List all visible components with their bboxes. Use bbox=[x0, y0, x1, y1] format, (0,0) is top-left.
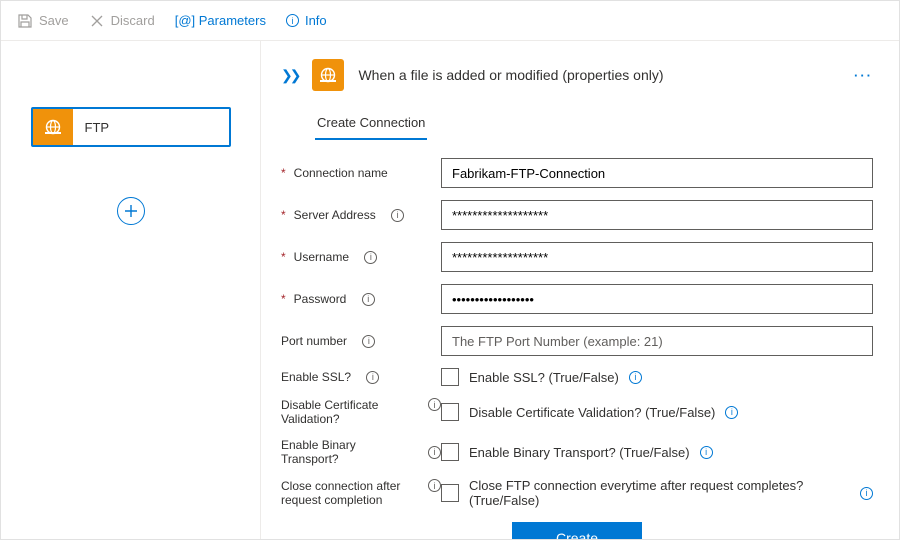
info-icon[interactable]: i bbox=[364, 251, 377, 264]
save-button: Save bbox=[9, 9, 77, 33]
label-server-address: Server Address bbox=[294, 208, 376, 222]
info-icon[interactable]: i bbox=[391, 209, 404, 222]
command-bar: Save Discard [@] Parameters i Info bbox=[1, 1, 899, 41]
canvas-sidebar: FTP bbox=[1, 41, 261, 539]
port-number-input[interactable] bbox=[441, 326, 873, 356]
parameters-label: [@] Parameters bbox=[175, 13, 266, 28]
discard-button: Discard bbox=[81, 9, 163, 33]
ftp-connector-icon bbox=[33, 109, 73, 145]
disable-cert-checkbox[interactable] bbox=[441, 403, 459, 421]
info-icon[interactable]: i bbox=[428, 398, 441, 411]
close-check-label: Close FTP connection everytime after req… bbox=[469, 478, 850, 508]
info-icon[interactable]: i bbox=[700, 446, 713, 459]
connection-form: *Connection name *Server Address i *User… bbox=[281, 158, 873, 539]
add-step-button[interactable] bbox=[117, 197, 145, 225]
info-label: Info bbox=[305, 13, 327, 28]
connection-name-input[interactable] bbox=[441, 158, 873, 188]
plus-icon bbox=[124, 204, 138, 218]
save-label: Save bbox=[39, 13, 69, 28]
binary-check-label: Enable Binary Transport? (True/False) bbox=[469, 445, 690, 460]
collapse-panel-button[interactable]: ❯❯ bbox=[281, 67, 298, 84]
password-input[interactable] bbox=[441, 284, 873, 314]
tab-create-connection[interactable]: Create Connection bbox=[315, 109, 427, 140]
info-icon[interactable]: i bbox=[428, 479, 441, 492]
close-connection-checkbox[interactable] bbox=[441, 484, 459, 502]
disable-cert-check-label: Disable Certificate Validation? (True/Fa… bbox=[469, 405, 715, 420]
info-icon[interactable]: i bbox=[362, 335, 375, 348]
save-icon bbox=[17, 13, 33, 29]
label-port: Port number bbox=[281, 334, 347, 348]
label-enable-ssl: Enable SSL? bbox=[281, 370, 351, 384]
info-button[interactable]: i Info bbox=[278, 9, 335, 32]
close-icon bbox=[89, 13, 105, 29]
label-disable-cert: Disable Certificate Validation? bbox=[281, 398, 413, 426]
ftp-connector-icon bbox=[312, 59, 344, 91]
trigger-node-ftp[interactable]: FTP bbox=[31, 107, 231, 147]
label-binary: Enable Binary Transport? bbox=[281, 438, 413, 466]
info-icon[interactable]: i bbox=[362, 293, 375, 306]
info-icon[interactable]: i bbox=[629, 371, 642, 384]
info-icon[interactable]: i bbox=[366, 371, 379, 384]
binary-transport-checkbox[interactable] bbox=[441, 443, 459, 461]
panel-title: When a file is added or modified (proper… bbox=[358, 67, 840, 83]
username-input[interactable] bbox=[441, 242, 873, 272]
label-password: Password bbox=[294, 292, 347, 306]
info-icon[interactable]: i bbox=[860, 487, 873, 500]
label-close-conn: Close connection after request completio… bbox=[281, 479, 413, 507]
more-menu-button[interactable]: ··· bbox=[854, 68, 873, 83]
server-address-input[interactable] bbox=[441, 200, 873, 230]
details-panel: ❯❯ When a file is added or modified (pro… bbox=[261, 41, 899, 539]
label-username: Username bbox=[294, 250, 349, 264]
enable-ssl-check-label: Enable SSL? (True/False) bbox=[469, 370, 619, 385]
enable-ssl-checkbox[interactable] bbox=[441, 368, 459, 386]
info-icon[interactable]: i bbox=[725, 406, 738, 419]
label-connection-name: Connection name bbox=[294, 166, 388, 180]
info-icon[interactable]: i bbox=[428, 446, 441, 459]
info-icon: i bbox=[286, 14, 299, 27]
parameters-button[interactable]: [@] Parameters bbox=[167, 9, 274, 32]
discard-label: Discard bbox=[111, 13, 155, 28]
create-button[interactable]: Create bbox=[512, 522, 642, 539]
trigger-node-label: FTP bbox=[73, 120, 110, 135]
